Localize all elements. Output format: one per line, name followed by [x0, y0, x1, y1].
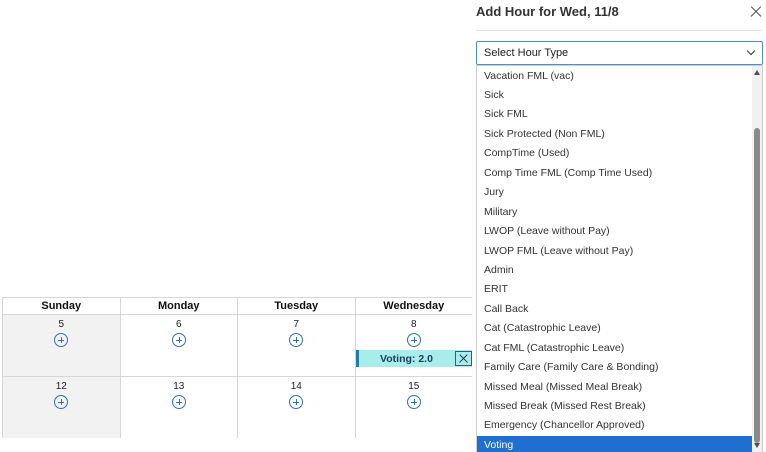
plus-circle-icon[interactable]: [289, 333, 304, 347]
day-number: 14: [290, 381, 302, 392]
hour-entry[interactable]: Voting: 2.0: [355, 350, 473, 367]
day-cell[interactable]: 15: [354, 376, 472, 438]
option-erit[interactable]: ERIT: [477, 280, 754, 299]
header-monday: Monday: [119, 297, 237, 314]
option-cat-fml[interactable]: Cat FML (Catastrophic Leave): [477, 339, 754, 358]
plus-circle-icon[interactable]: [406, 395, 421, 409]
option-family-care[interactable]: Family Care (Family Care & Bonding): [477, 358, 754, 377]
option-sick[interactable]: Sick: [477, 86, 754, 105]
chevron-down-icon: [746, 46, 756, 56]
close-icon[interactable]: [750, 6, 762, 18]
day-cell[interactable]: 6: [119, 314, 237, 376]
day-number: 13: [173, 381, 185, 392]
day-number: 12: [55, 381, 67, 392]
plus-circle-icon[interactable]: [54, 395, 69, 409]
panel-title: Add Hour for Wed, 11/8: [476, 4, 619, 19]
add-hour-panel: Add Hour for Wed, 11/8 Select Hour Type …: [472, 0, 766, 452]
plus-circle-icon[interactable]: [171, 395, 186, 409]
option-sick-protected[interactable]: Sick Protected (Non FML): [477, 125, 754, 144]
day-number: 6: [175, 319, 182, 330]
plus-circle-icon[interactable]: [289, 395, 304, 409]
option-comp-time-fml[interactable]: Comp Time FML (Comp Time Used): [477, 164, 754, 183]
option-sick-fml[interactable]: Sick FML: [477, 105, 754, 124]
option-lwop[interactable]: LWOP (Leave without Pay): [477, 222, 754, 241]
scroll-down-icon[interactable]: [754, 443, 760, 448]
dropdown-scrollbar[interactable]: [752, 66, 762, 452]
calendar-grid: Sunday Monday Tuesday Wednesday 5 6 7 8 …: [2, 297, 473, 452]
option-emergency[interactable]: Emergency (Chancellor Approved): [477, 416, 754, 435]
calendar-header-row: Sunday Monday Tuesday Wednesday: [2, 297, 472, 314]
option-comptime-used[interactable]: CompTime (Used): [477, 144, 754, 163]
option-cat[interactable]: Cat (Catastrophic Leave): [477, 319, 754, 338]
hour-type-select[interactable]: Select Hour Type: [476, 41, 763, 65]
day-cell[interactable]: 7: [237, 314, 355, 376]
plus-circle-icon[interactable]: [54, 333, 69, 347]
hour-type-dropdown[interactable]: Vacation FML (vac) Sick Sick FML Sick Pr…: [476, 65, 763, 452]
close-icon[interactable]: [454, 351, 472, 366]
day-cell[interactable]: 8 Voting: 2.0: [354, 314, 473, 376]
day-number: 15: [408, 381, 420, 392]
header-tuesday: Tuesday: [237, 297, 355, 314]
header-sunday: Sunday: [2, 297, 120, 314]
calendar-week-row: 12 13 14 15: [2, 376, 472, 438]
day-number: 5: [58, 319, 65, 330]
day-cell[interactable]: 12: [2, 376, 120, 438]
day-cell[interactable]: 13: [119, 376, 237, 438]
day-number: 7: [293, 319, 300, 330]
option-admin[interactable]: Admin: [477, 261, 754, 280]
option-vacation-fml[interactable]: Vacation FML (vac): [477, 66, 754, 86]
plus-circle-icon[interactable]: [171, 333, 186, 347]
day-cell[interactable]: 5: [2, 314, 120, 376]
option-call-back[interactable]: Call Back: [477, 300, 754, 319]
option-missed-break[interactable]: Missed Break (Missed Rest Break): [477, 397, 754, 416]
select-label: Select Hour Type: [484, 47, 569, 59]
scroll-up-icon[interactable]: [754, 70, 760, 75]
hour-entry-label: Voting: 2.0: [380, 352, 433, 365]
header-wednesday: Wednesday: [354, 297, 472, 314]
plus-circle-icon[interactable]: [406, 333, 421, 347]
divider: [476, 30, 762, 31]
option-voting[interactable]: Voting: [477, 435, 754, 452]
scroll-thumb[interactable]: [754, 128, 760, 443]
day-cell[interactable]: 14: [237, 376, 355, 438]
option-jury[interactable]: Jury: [477, 183, 754, 202]
option-missed-meal[interactable]: Missed Meal (Missed Meal Break): [477, 378, 754, 397]
day-number: 8: [410, 319, 417, 330]
calendar-week-row: 5 6 7 8 Voting: 2.0: [2, 314, 473, 376]
option-military[interactable]: Military: [477, 203, 754, 222]
option-lwop-fml[interactable]: LWOP FML (Leave without Pay): [477, 242, 754, 261]
